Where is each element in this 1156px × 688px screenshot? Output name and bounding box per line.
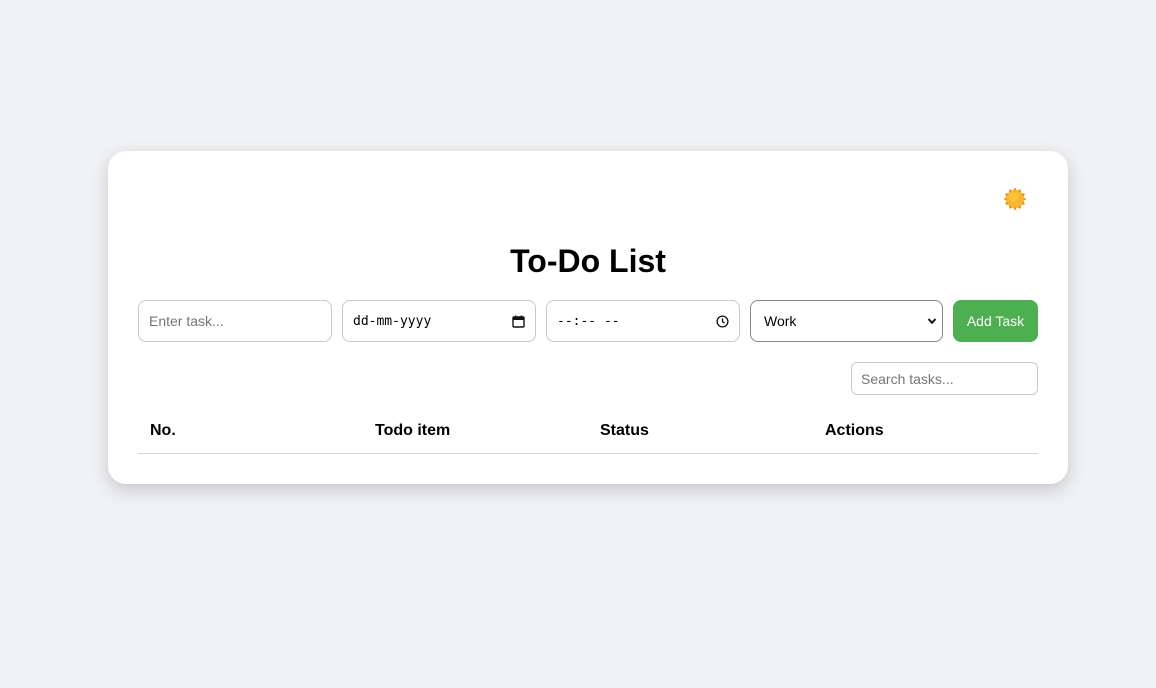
clock-icon[interactable]	[716, 314, 729, 328]
due-date-input[interactable]: dd-mm-yyyy	[342, 300, 536, 342]
search-placeholder: Search tasks...	[861, 370, 954, 387]
page-title: To-Do List	[510, 243, 666, 279]
sun-icon	[1003, 187, 1027, 211]
todo-card: To-Do List Enter task... dd-mm-yyyy --:-…	[108, 151, 1068, 484]
category-selected-value: Work	[764, 313, 797, 329]
time-placeholder: --:-- --	[557, 313, 620, 329]
calendar-icon[interactable]	[512, 315, 525, 328]
column-header-actions: Actions	[825, 422, 884, 439]
todo-table-header: No. Todo item Status Actions	[138, 411, 1038, 454]
column-header-todo-item: Todo item	[375, 422, 451, 439]
date-placeholder: dd-mm-yyyy	[353, 313, 432, 329]
column-header-status: Status	[600, 422, 649, 439]
add-task-button[interactable]: Add Task	[953, 300, 1038, 342]
task-input-placeholder: Enter task...	[149, 313, 224, 329]
task-input[interactable]: Enter task...	[138, 300, 332, 342]
column-header-number: No.	[150, 422, 176, 439]
theme-toggle-button[interactable]	[1003, 187, 1027, 211]
due-time-input[interactable]: --:-- --	[546, 300, 740, 342]
category-select[interactable]: Work	[750, 300, 943, 342]
search-input[interactable]: Search tasks...	[851, 362, 1038, 395]
chevron-down-icon	[927, 318, 937, 325]
